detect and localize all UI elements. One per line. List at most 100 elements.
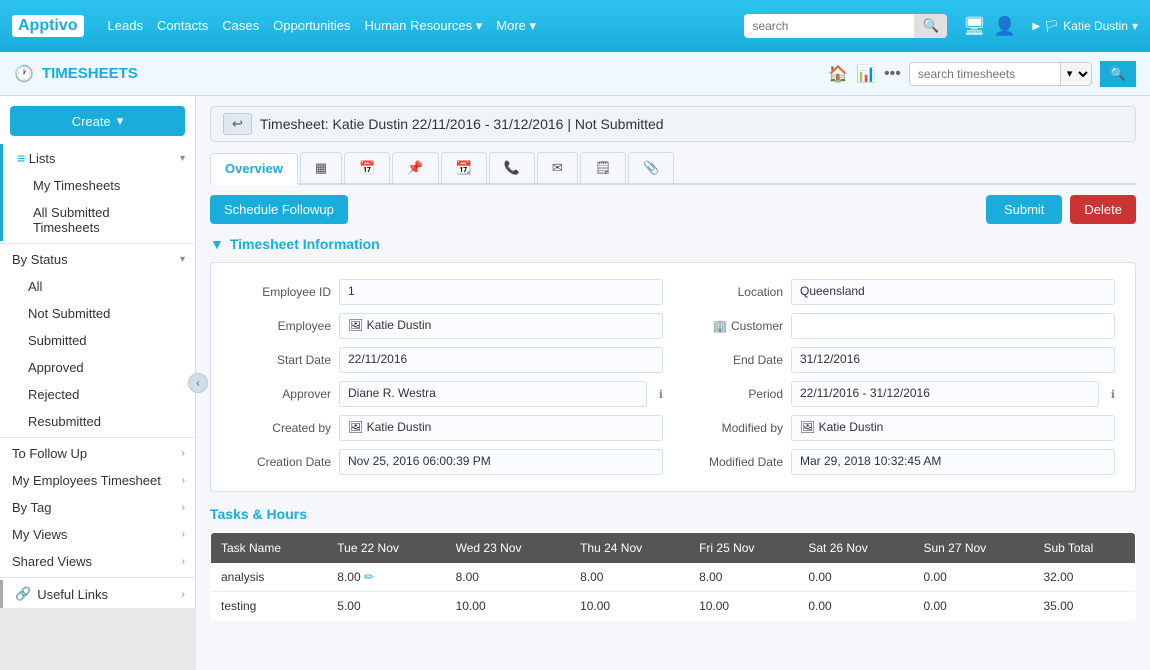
created-by-label: Created by <box>231 421 331 435</box>
tasks-section: Tasks & Hours Task Name Tue 22 Nov Wed 2… <box>210 506 1136 621</box>
status-approved-label: Approved <box>28 360 84 375</box>
sidebar-status-approved[interactable]: Approved <box>20 354 195 381</box>
sidebar-item-my-timesheets[interactable]: My Timesheets <box>25 172 195 199</box>
by-status-chevron-icon: ▾ <box>180 254 185 265</box>
monitor-icon[interactable]: 🖥 <box>963 16 986 37</box>
person-icon[interactable]: 👤 <box>994 16 1016 37</box>
more-options-icon[interactable]: ••• <box>884 65 901 83</box>
task-sat-analysis: 0.00 <box>798 563 913 592</box>
sidebar-collapse-button[interactable]: ‹ <box>188 373 208 393</box>
nav-contacts[interactable]: Contacts <box>157 18 208 34</box>
tab-email[interactable]: ✉ <box>537 152 578 183</box>
all-submitted-label: All Submitted Timesheets <box>33 205 110 235</box>
chart-icon[interactable]: 📊 <box>856 64 876 84</box>
col-thu: Thu 24 Nov <box>570 533 689 564</box>
nav-cases[interactable]: Cases <box>222 18 259 34</box>
start-date-label: Start Date <box>231 353 331 367</box>
tab-note[interactable]: 🗒 <box>580 152 627 183</box>
section-search-dropdown[interactable]: ▾ <box>1060 63 1091 85</box>
tab-grid[interactable]: ▦ <box>300 152 342 183</box>
delete-button[interactable]: Delete <box>1070 195 1136 224</box>
sidebar-my-views-header[interactable]: My Views › <box>0 521 195 548</box>
sidebar-by-status-header[interactable]: By Status ▾ <box>0 246 195 273</box>
creation-date-row: Creation Date Nov 25, 2016 06:00:39 PM <box>231 449 663 475</box>
follow-up-label: To Follow Up <box>12 446 87 461</box>
nav-opportunities[interactable]: Opportunities <box>273 18 350 34</box>
create-button[interactable]: Create <box>10 106 185 136</box>
employee-label: Employee <box>231 319 331 333</box>
task-fri-analysis: 8.00 <box>689 563 798 592</box>
attachment-icon: 📎 <box>643 160 659 175</box>
sidebar-lists-label: Lists <box>29 151 56 166</box>
approver-value: Diane R. Westra <box>339 381 647 407</box>
by-status-label: By Status <box>12 252 68 267</box>
task-wed-analysis: 8.00 <box>446 563 570 592</box>
employee-id-value: 1 <box>339 279 663 305</box>
sidebar-employees-header[interactable]: My Employees Timesheet › <box>0 467 195 494</box>
modified-by-label: Modified by <box>683 421 783 435</box>
user-menu[interactable]: 🏳 Katie Dustin ▾ <box>1032 19 1138 33</box>
useful-links-chevron-icon: › <box>182 589 185 600</box>
sidebar-status-rejected[interactable]: Rejected <box>20 381 195 408</box>
breadcrumb: ↩ Timesheet: Katie Dustin 22/11/2016 - 3… <box>210 106 1136 142</box>
pin-icon: 📌 <box>407 160 423 175</box>
useful-links-label: Useful Links <box>37 587 108 602</box>
section-search-button[interactable]: 🔍 <box>1100 61 1136 87</box>
tab-calendar-check[interactable]: 📆 <box>441 152 487 183</box>
note-icon: 🗒 <box>595 160 612 175</box>
task-thu-analysis: 8.00 <box>570 563 689 592</box>
tab-overview[interactable]: Overview <box>210 153 298 185</box>
sidebar-by-tag-header[interactable]: By Tag › <box>0 494 195 521</box>
end-date-label: End Date <box>683 353 783 367</box>
employee-row: Employee 🖼 Katie Dustin <box>231 313 663 339</box>
sidebar-lists-header[interactable]: ≡ Lists ▾ <box>5 144 195 172</box>
section-search-input[interactable] <box>910 63 1060 85</box>
task-thu-testing: 10.00 <box>570 592 689 621</box>
edit-icon[interactable]: ✏ <box>364 570 374 584</box>
nav-more[interactable]: More <box>496 18 536 34</box>
logo-text: Apptivo <box>12 15 84 37</box>
timesheet-info-section-header[interactable]: ▼ Timesheet Information <box>210 236 1136 252</box>
nav-human-resources[interactable]: Human Resources <box>364 18 482 34</box>
creation-date-value: Nov 25, 2016 06:00:39 PM <box>339 449 663 475</box>
sidebar-status-submitted[interactable]: Submitted <box>20 327 195 354</box>
customer-icon: 🏢 <box>713 319 728 333</box>
col-fri: Fri 25 Nov <box>689 533 798 564</box>
user-dropdown-icon: ▾ <box>1132 19 1138 33</box>
home-icon[interactable]: 🏠 <box>828 64 848 84</box>
sidebar-divider-1 <box>0 243 195 244</box>
top-search-input[interactable] <box>744 15 914 37</box>
col-task-name: Task Name <box>211 533 328 564</box>
submit-button[interactable]: Submit <box>986 195 1062 224</box>
lists-icon: ≡ <box>17 150 25 166</box>
main-layout: Create ≡ Lists ▾ My Timesheets All Submi… <box>0 96 1150 670</box>
tab-attachment[interactable]: 📎 <box>628 152 674 183</box>
sidebar-wrapper: Create ≡ Lists ▾ My Timesheets All Submi… <box>0 96 196 670</box>
customer-label: 🏢 Customer <box>683 319 783 333</box>
end-date-row: End Date 31/12/2016 <box>683 347 1115 373</box>
table-row: analysis 8.00 ✏ 8.00 8.00 8.00 0.00 0.00… <box>211 563 1136 592</box>
nav-leads[interactable]: Leads <box>108 18 143 34</box>
calendar-check-icon: 📆 <box>456 160 472 175</box>
tabs-bar: Overview ▦ 📅 📌 📆 📞 ✉ 🗒 📎 <box>210 152 1136 185</box>
tab-phone[interactable]: 📞 <box>489 152 535 183</box>
logo: Apptivo <box>12 15 84 37</box>
sidebar-follow-up-header[interactable]: To Follow Up › <box>0 440 195 467</box>
sidebar-useful-links[interactable]: 🔗 Useful Links › <box>0 580 195 608</box>
sidebar-status-all[interactable]: All <box>20 273 195 300</box>
sidebar-status-not-submitted[interactable]: Not Submitted <box>20 300 195 327</box>
modified-date-label: Modified Date <box>683 455 783 469</box>
sidebar-lists-section: ≡ Lists ▾ My Timesheets All Submitted Ti… <box>0 144 195 241</box>
sidebar-shared-views-header[interactable]: Shared Views › <box>0 548 195 575</box>
tab-calendar[interactable]: 📅 <box>344 152 390 183</box>
sidebar-divider-3 <box>0 577 195 578</box>
status-all-label: All <box>28 279 42 294</box>
location-value: Queensland <box>791 279 1115 305</box>
back-button[interactable]: ↩ <box>223 113 252 135</box>
sidebar-status-resubmitted[interactable]: Resubmitted <box>20 408 195 435</box>
tasks-header: Tasks & Hours <box>210 506 1136 522</box>
top-search-button[interactable]: 🔍 <box>914 14 947 38</box>
schedule-followup-button[interactable]: Schedule Followup <box>210 195 348 224</box>
sidebar-item-all-submitted[interactable]: All Submitted Timesheets <box>25 199 195 241</box>
tab-pin[interactable]: 📌 <box>392 152 438 183</box>
